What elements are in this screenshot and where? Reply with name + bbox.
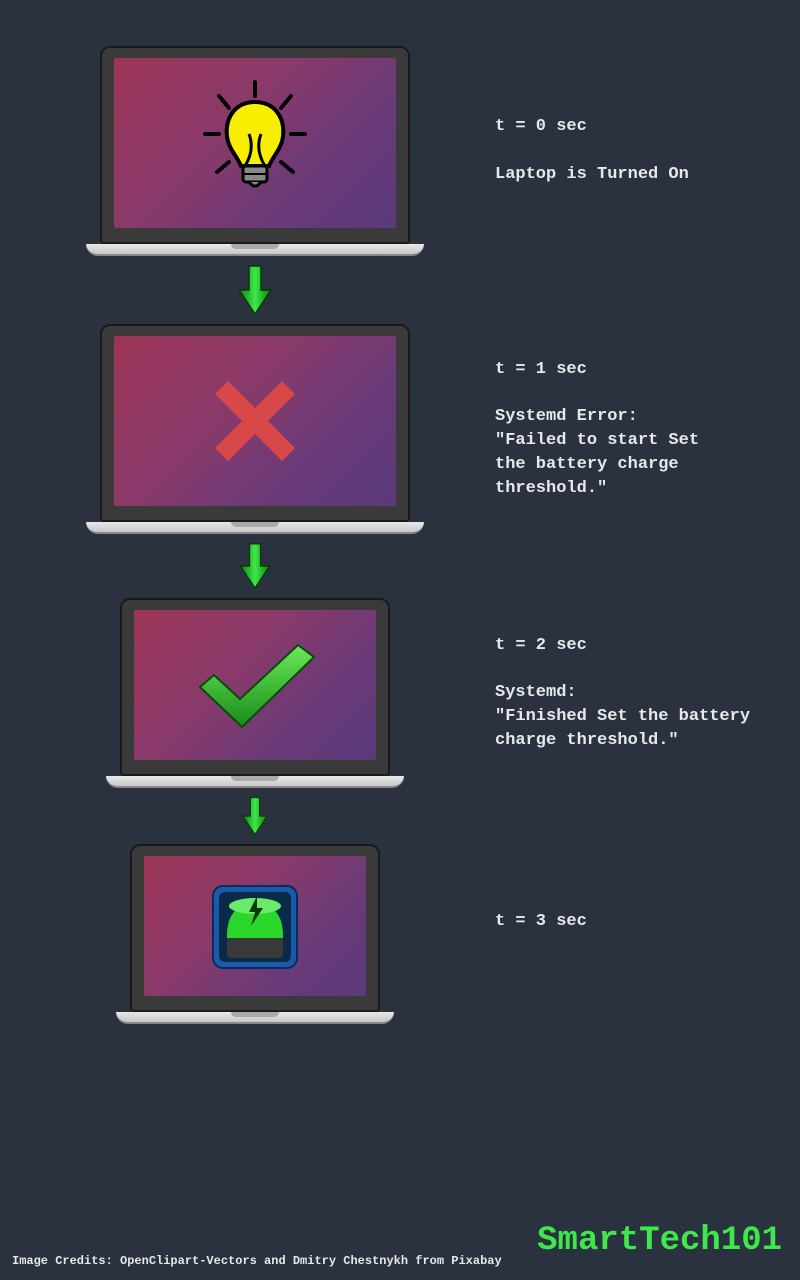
step-caption: t = 2 sec Systemd: "Finished Set the bat… (440, 610, 800, 777)
step-row: t = 3 sec (0, 844, 800, 1024)
laptop-col (70, 324, 440, 534)
laptop-bezel (100, 324, 410, 522)
step-caption: t = 0 sec Laptop is Turned On (440, 92, 800, 211)
step-time: t = 2 sec (495, 634, 800, 658)
laptop-base (106, 776, 404, 788)
laptop-col (70, 598, 440, 788)
laptop-base (86, 522, 424, 534)
laptop-screen (134, 610, 376, 760)
laptop (130, 844, 380, 1024)
step-row: t = 2 sec Systemd: "Finished Set the bat… (0, 598, 800, 788)
laptop-screen (144, 856, 366, 996)
step-text: Laptop is Turned On (495, 163, 800, 187)
step-text: Systemd Error: "Failed to start Set the … (495, 405, 800, 500)
step-time: t = 1 sec (495, 358, 800, 382)
arrow-down-icon (241, 796, 269, 836)
laptop (120, 598, 390, 788)
laptop (100, 324, 410, 534)
step-time: t = 0 sec (495, 115, 800, 139)
brand-watermark: SmartTech101 (537, 1222, 782, 1260)
step-time: t = 3 sec (495, 910, 800, 934)
step-row: t = 1 sec Systemd Error: "Failed to star… (0, 324, 800, 534)
step-caption: t = 3 sec (440, 886, 800, 981)
arrow-wrap (70, 256, 440, 324)
image-credits: Image Credits: OpenClipart-Vectors and D… (12, 1254, 502, 1268)
step-text: Systemd: "Finished Set the battery charg… (495, 681, 800, 752)
cross-icon (200, 366, 310, 476)
laptop-col (70, 844, 440, 1024)
arrow-down-icon (237, 264, 273, 316)
laptop-base (86, 244, 424, 256)
laptop-bezel (100, 46, 410, 244)
check-icon (190, 635, 320, 735)
laptop-col (70, 46, 440, 256)
step-row: t = 0 sec Laptop is Turned On (0, 0, 800, 256)
laptop-base (116, 1012, 394, 1024)
step-caption: t = 1 sec Systemd Error: "Failed to star… (440, 334, 800, 524)
lightbulb-icon (195, 78, 315, 208)
arrow-wrap (70, 788, 440, 844)
arrow-down-icon (238, 542, 272, 590)
battery-charging-icon (205, 876, 305, 976)
laptop (100, 46, 410, 256)
laptop-screen (114, 336, 396, 506)
laptop-screen (114, 58, 396, 228)
arrow-wrap (70, 534, 440, 598)
laptop-bezel (120, 598, 390, 776)
laptop-bezel (130, 844, 380, 1012)
